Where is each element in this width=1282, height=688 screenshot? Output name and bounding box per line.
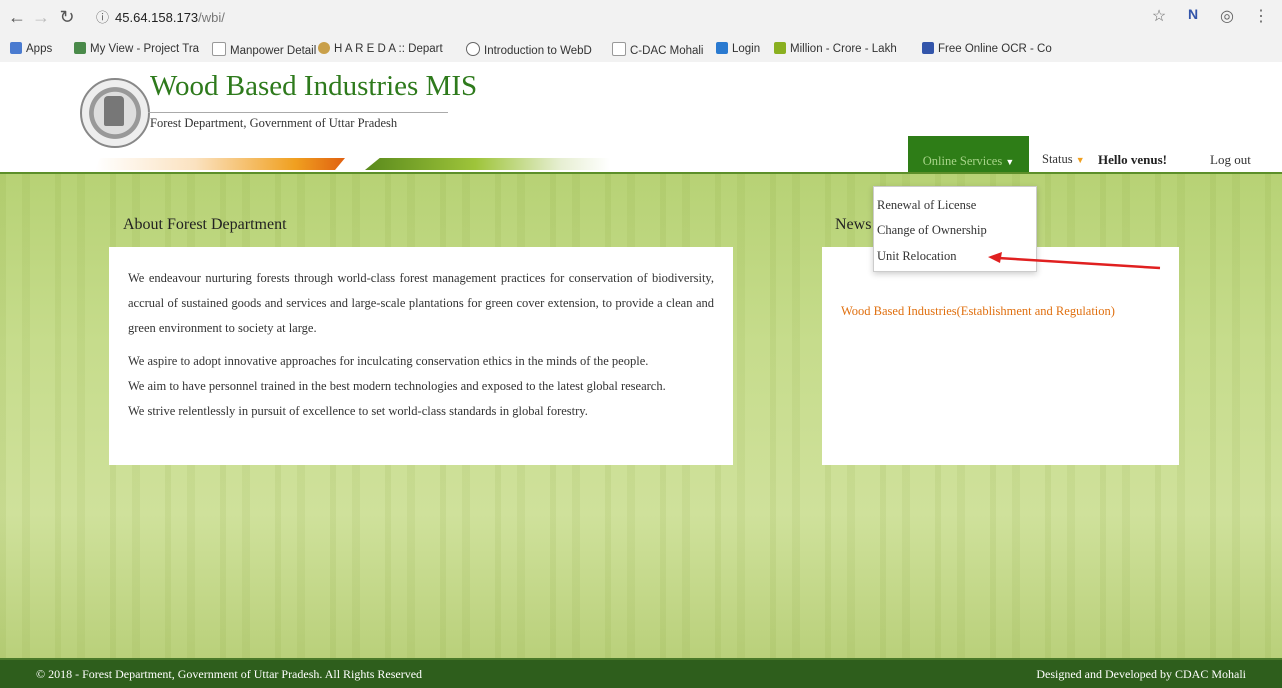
menu-item-renewal-of-license[interactable]: Renewal of License [877, 198, 976, 213]
nav-user-greeting[interactable]: Hello venus! [1098, 152, 1167, 168]
copyright-text: © 2018 - Forest Department, Government o… [36, 667, 423, 681]
bookmark-item[interactable]: Manpower Detail [212, 42, 316, 57]
green-stripe-decoration [365, 158, 610, 170]
page-icon [212, 42, 226, 56]
site-title: Wood Based Industries MIS [150, 70, 478, 102]
nav-online-services-label: Online Services [922, 154, 1003, 168]
bookmark-item[interactable]: Free Online OCR - Co [922, 42, 1052, 55]
nc-icon [774, 42, 786, 54]
menu-icon[interactable]: ⋮ [1250, 6, 1272, 26]
ocr-icon [922, 42, 934, 54]
url-path: /wbi/ [198, 10, 225, 25]
nav-status-label: Status [1042, 152, 1073, 166]
title-divider [148, 112, 448, 113]
bookmark-item[interactable]: H A R E D A :: Depart [318, 42, 443, 55]
news-heading: News [835, 216, 872, 233]
site-subtitle: Forest Department, Government of Uttar P… [150, 116, 398, 130]
menu-item-change-of-ownership[interactable]: Change of Ownership [877, 223, 987, 238]
page-icon [612, 42, 626, 56]
bookmark-item[interactable]: Million - Crore - Lakh [774, 42, 897, 55]
caret-down-icon: ▼ [1075, 155, 1085, 165]
about-line: We strive relentlessly in pursuit of exc… [128, 404, 588, 418]
bookmarks-bar: Apps My View - Project Tra Manpower Deta… [0, 36, 1282, 63]
info-icon[interactable]: ⓘ [96, 10, 109, 25]
apps-grid-icon [10, 42, 22, 54]
bookmark-star-icon[interactable]: ☆ [1148, 6, 1170, 26]
bookmark-item[interactable]: Introduction to WebD [466, 42, 592, 57]
bookmark-item[interactable]: Apps [10, 42, 52, 55]
about-line: We aspire to adopt innovative approaches… [128, 354, 649, 368]
orange-stripe-decoration [95, 158, 345, 170]
back-arrow-icon[interactable]: ← [6, 6, 28, 28]
menu-item-unit-relocation[interactable]: Unit Relocation [877, 249, 957, 264]
developer-credit: Designed and Developed by CDAC Mohali [1036, 667, 1246, 681]
bookmark-item[interactable]: C-DAC Mohali [612, 42, 704, 57]
address-bar-row: ← → ↻ ⓘ 45.64.158.173/wbi/ ☆ N ◎ ⋮ [0, 0, 1282, 36]
camera-icon[interactable]: ◎ [1216, 6, 1238, 26]
caret-down-icon: ▼ [1005, 157, 1015, 167]
site-footer: © 2018 - Forest Department, Government o… [0, 658, 1282, 688]
browser-chrome: ← → ↻ ⓘ 45.64.158.173/wbi/ ☆ N ◎ ⋮ Apps M… [0, 0, 1282, 63]
about-heading: About Forest Department [123, 216, 287, 233]
nav-status[interactable]: Status ▼ [1042, 152, 1085, 167]
nav-online-services[interactable]: Online Services ▼ [908, 136, 1029, 172]
forward-arrow-icon[interactable]: → [30, 6, 52, 28]
site-header: Wood Based Industries MIS Forest Departm… [0, 62, 1282, 172]
address-bar[interactable]: ⓘ 45.64.158.173/wbi/ [96, 7, 225, 26]
bookmark-item[interactable]: Login [716, 42, 760, 55]
red-arrow-annotation [988, 252, 1161, 270]
bookmark-item[interactable]: My View - Project Tra [74, 42, 199, 55]
news-link[interactable]: Wood Based Industries(Establishment and … [841, 304, 1115, 319]
extension-icon[interactable]: N [1182, 6, 1204, 26]
about-line: We aim to have personnel trained in the … [128, 379, 666, 393]
webd-icon [466, 42, 480, 56]
cdac-icon [74, 42, 86, 54]
url-host: 45.64.158.173 [115, 10, 199, 25]
nav-logout[interactable]: Log out [1210, 152, 1251, 168]
news-panel [822, 247, 1179, 465]
reload-icon[interactable]: ↻ [56, 6, 78, 28]
hareda-icon [318, 42, 330, 54]
about-paragraph: We endeavour nurturing forests through w… [128, 271, 714, 335]
login-icon [716, 42, 728, 54]
department-emblem-logo [80, 78, 150, 148]
